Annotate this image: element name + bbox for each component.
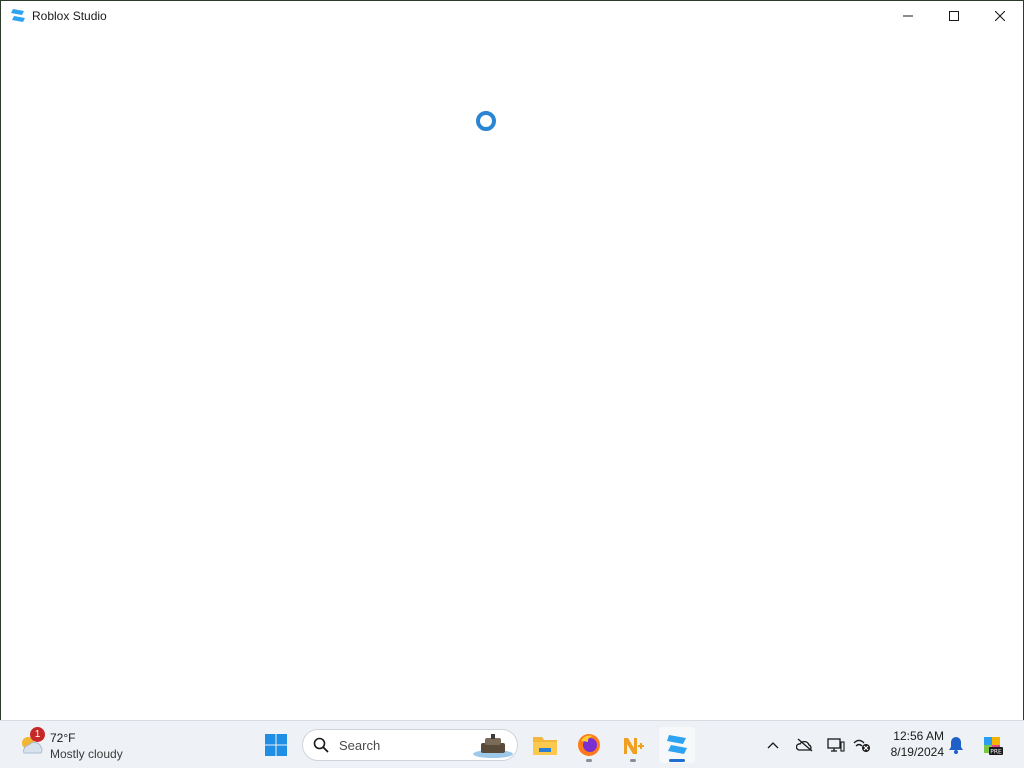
- minimize-button[interactable]: [885, 1, 931, 31]
- weather-condition: Mostly cloudy: [50, 747, 123, 761]
- roblox-studio-window: Roblox Studio: [0, 0, 1024, 720]
- running-indicator: [630, 759, 636, 762]
- search-placeholder: Search: [339, 738, 381, 753]
- taskbar: 1 72°F Mostly cloudy Search 12:56 AM 8/1…: [0, 720, 1024, 768]
- tray-onedrive[interactable]: [795, 735, 815, 755]
- window-title: Roblox Studio: [32, 9, 107, 23]
- close-icon: [995, 11, 1005, 21]
- taskbar-search[interactable]: Search: [302, 729, 518, 761]
- notification-center-button[interactable]: [946, 735, 966, 755]
- weather-temperature: 72°F: [50, 731, 76, 745]
- taskbar-app-roblox-studio[interactable]: [659, 727, 695, 763]
- taskbar-app-notepad-plus[interactable]: [615, 727, 651, 763]
- firefox-icon: [578, 734, 600, 756]
- maximize-icon: [949, 11, 959, 21]
- roblox-studio-icon: [667, 735, 687, 754]
- close-button[interactable]: [977, 1, 1023, 31]
- search-icon: [313, 737, 329, 753]
- weather-badge: 1: [30, 727, 45, 742]
- chevron-up-icon: [767, 742, 779, 749]
- search-highlight-art-icon: [473, 734, 513, 758]
- minimize-icon: [903, 15, 913, 17]
- clock-time: 12:56 AM: [893, 729, 944, 743]
- taskbar-app-file-explorer[interactable]: [527, 727, 563, 763]
- folder-icon: [533, 737, 557, 755]
- svg-text:PRE: PRE: [990, 749, 1002, 756]
- copilot-pre-icon: PRE: [984, 737, 1003, 756]
- title-bar[interactable]: Roblox Studio: [1, 1, 1023, 31]
- running-indicator: [586, 759, 592, 762]
- weather-widget[interactable]: 1 72°F Mostly cloudy: [14, 727, 154, 763]
- start-button[interactable]: [260, 729, 292, 761]
- tray-network[interactable]: [852, 735, 872, 755]
- window-controls: [885, 1, 1023, 31]
- active-indicator: [669, 759, 685, 762]
- loading-spinner-icon: [476, 111, 496, 131]
- tray-display[interactable]: [826, 735, 846, 755]
- display-icon: [827, 738, 845, 752]
- maximize-button[interactable]: [931, 1, 977, 31]
- clock-date: 8/19/2024: [890, 745, 944, 759]
- copilot-button[interactable]: PRE: [980, 732, 1004, 758]
- loading-area: [1, 31, 1023, 720]
- network-disconnected-icon: [853, 739, 870, 752]
- taskbar-clock[interactable]: 12:56 AM 8/19/2024: [880, 728, 944, 760]
- notification-bell-icon: [949, 737, 963, 754]
- tray-overflow-button[interactable]: [763, 735, 783, 755]
- roblox-studio-icon: [11, 9, 25, 22]
- taskbar-app-firefox[interactable]: [571, 727, 607, 763]
- notepad-plus-icon: [624, 738, 644, 754]
- windows-logo-icon: [265, 734, 287, 756]
- onedrive-offline-icon: [796, 738, 813, 752]
